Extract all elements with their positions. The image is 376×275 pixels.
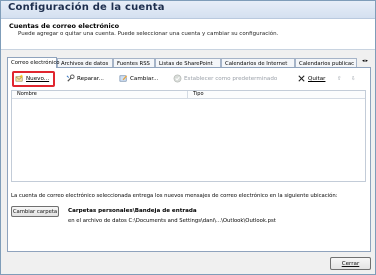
tab-scroll-arrows[interactable]: ◂▸	[362, 58, 369, 64]
close-button[interactable]: Cerrar	[330, 257, 371, 270]
down-arrow-icon: ⇩	[351, 76, 356, 82]
change-folder-button[interactable]: Cambiar carpeta	[11, 206, 59, 217]
tab-email[interactable]: Correo electrónico	[7, 57, 60, 68]
header-heading: Cuentas de correo electrónico	[9, 22, 120, 30]
change-label: Cambiar...	[130, 76, 159, 82]
remove-x-icon	[298, 75, 305, 82]
new-account-button[interactable]: Nuevo...	[15, 72, 49, 86]
delivery-folder-name: Carpetas personales\Bandeja de entrada	[68, 208, 197, 214]
close-label: Cerrar	[341, 261, 360, 267]
remove-button[interactable]: Quitar	[297, 72, 325, 86]
delivery-info-text: La cuenta de correo electrónico seleccio…	[11, 193, 338, 199]
delivery-folder-path: en el archivo de datos C:\Documents and …	[68, 218, 276, 224]
repair-button[interactable]: Reparar...	[66, 72, 104, 86]
account-settings-dialog: Configuración de la cuenta Cuentas de co…	[0, 0, 376, 275]
new-account-label: Nuevo...	[26, 76, 50, 82]
set-default-label: Establecer como predeterminado	[184, 76, 278, 82]
change-button[interactable]: Cambiar...	[119, 72, 158, 86]
set-default-button[interactable]: Establecer como predeterminado	[173, 72, 277, 86]
title-bar: Configuración de la cuenta	[1, 1, 375, 19]
move-down-button[interactable]: ⇩	[351, 72, 356, 86]
email-tab-panel: Nuevo... Reparar... Cambiar... Establece…	[7, 67, 371, 252]
tab-scroll-right-icon[interactable]: ▸	[365, 58, 369, 64]
column-separator	[187, 91, 188, 98]
window-title: Configuración de la cuenta	[8, 2, 165, 13]
check-circle-icon	[173, 74, 182, 83]
repair-icon	[66, 74, 75, 82]
repair-label: Reparar...	[77, 76, 104, 82]
column-type-header[interactable]: Tipo	[193, 91, 204, 98]
change-icon	[119, 75, 128, 82]
up-arrow-icon: ⇧	[337, 76, 342, 82]
new-account-icon	[15, 74, 24, 82]
move-up-button[interactable]: ⇧	[337, 72, 342, 86]
accounts-toolbar: Nuevo... Reparar... Cambiar... Establece…	[11, 71, 367, 87]
remove-label: Quitar	[308, 76, 326, 82]
header-description: Puede agregar o quitar una cuenta. Puede…	[18, 31, 279, 37]
column-name-header[interactable]: Nombre	[17, 91, 37, 98]
dialog-header: Cuentas de correo electrónico Puede agre…	[1, 19, 375, 50]
accounts-list[interactable]: Nombre Tipo	[11, 90, 366, 182]
accounts-list-header: Nombre Tipo	[12, 91, 365, 99]
